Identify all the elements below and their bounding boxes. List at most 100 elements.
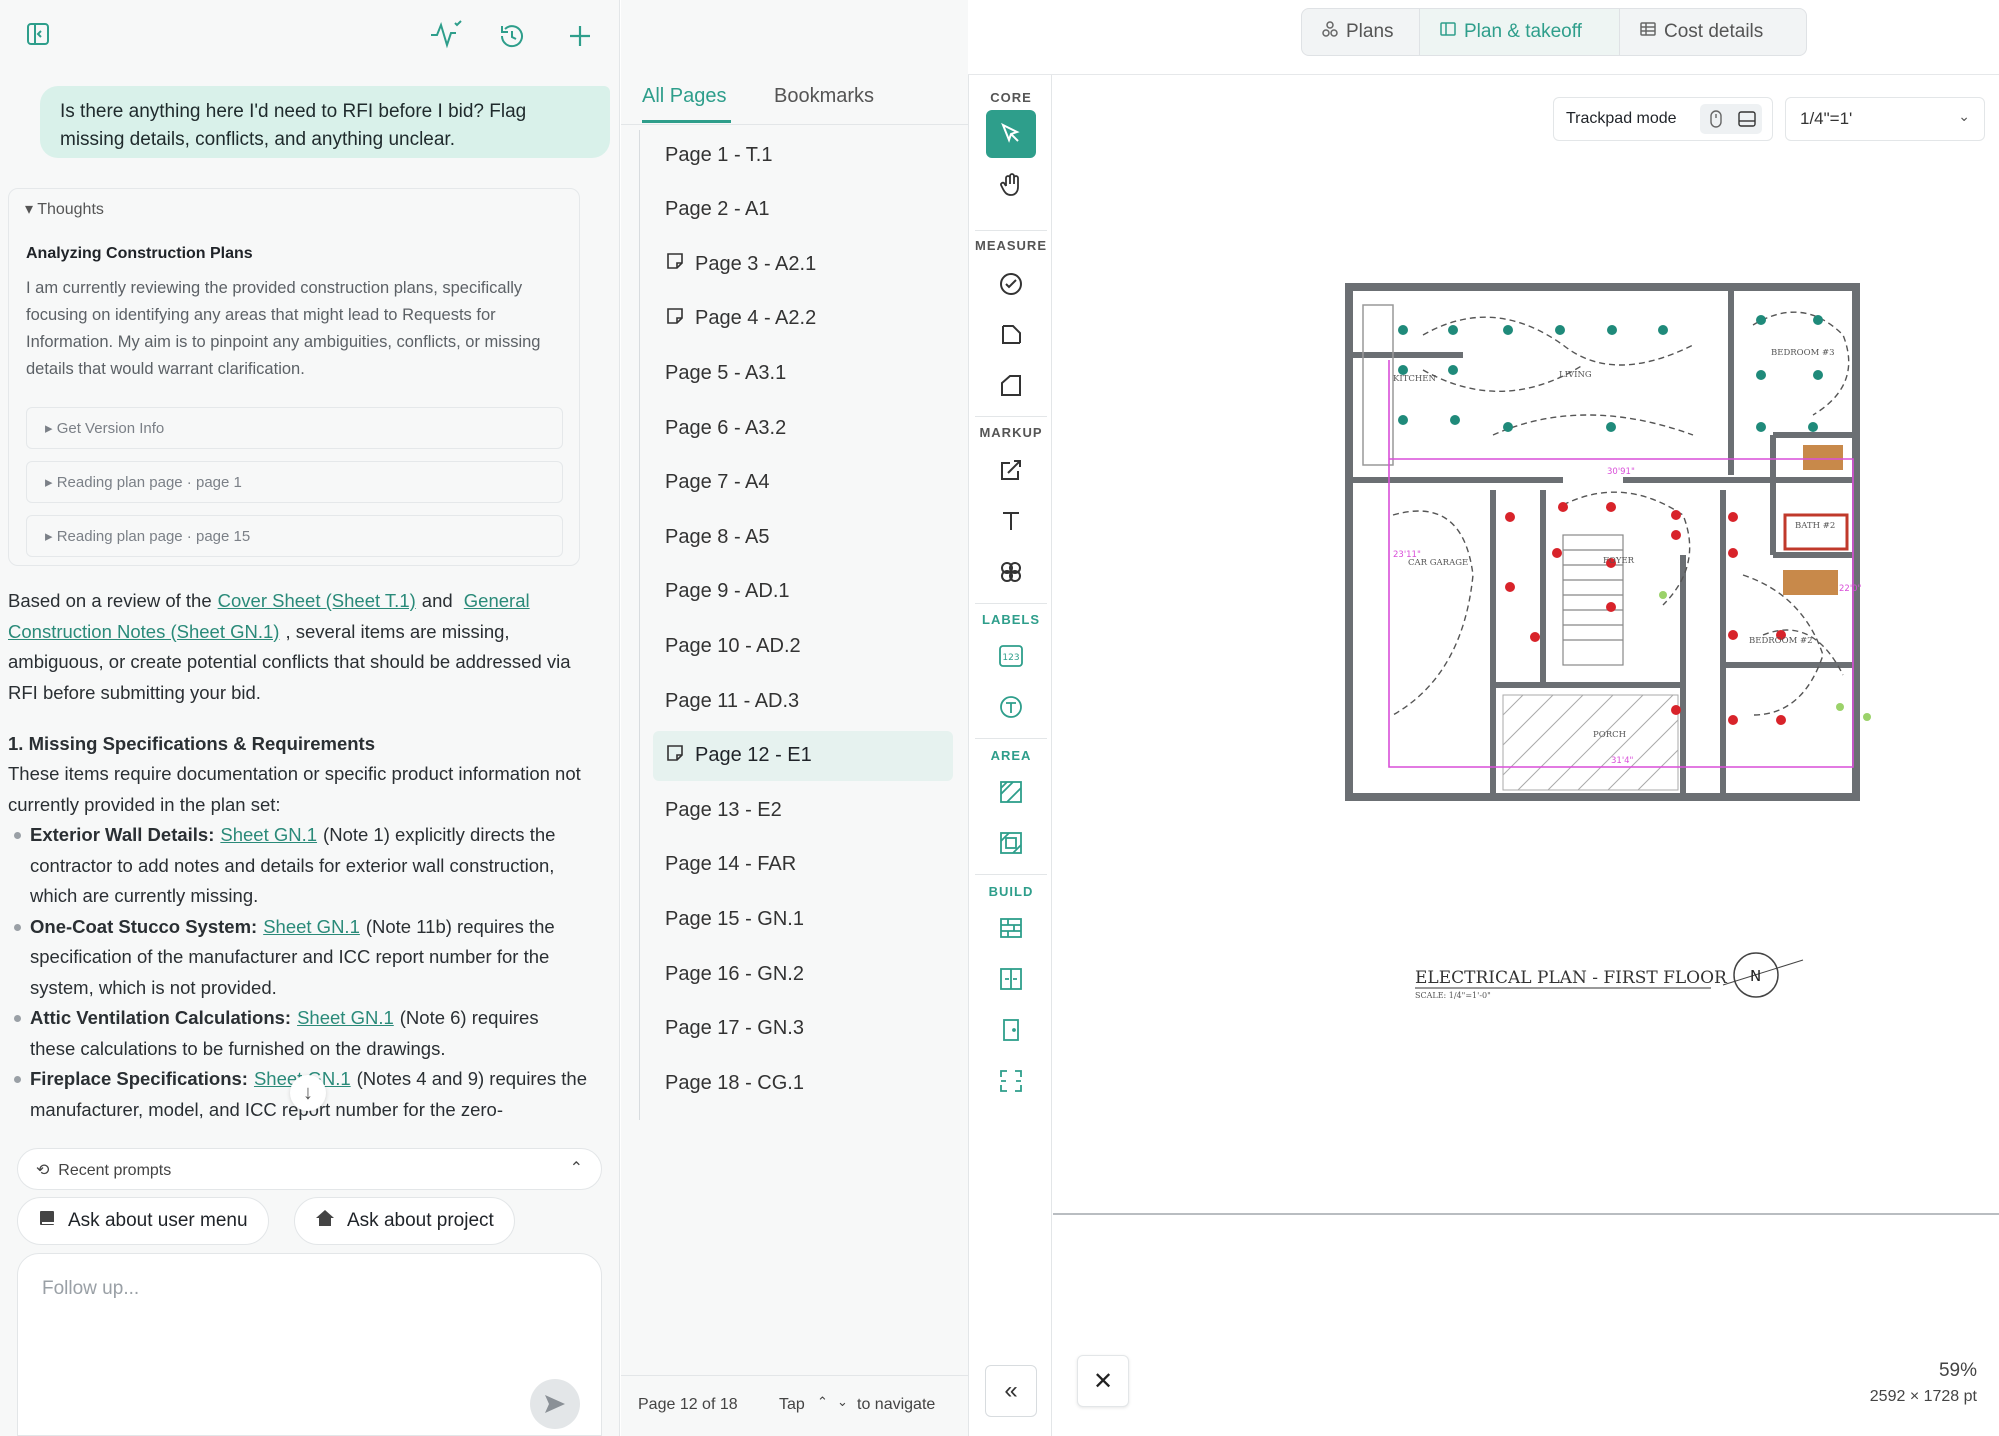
history-icon[interactable] [492,16,532,56]
page-label: Page 2 - A1 [665,198,770,221]
door-tool[interactable] [986,1006,1036,1054]
area-tool[interactable] [986,768,1036,816]
room-label: LIVING [1559,370,1592,380]
page-list-item[interactable]: Page 16 - GN.2 [653,949,953,999]
select-tool[interactable] [986,110,1036,158]
page-list-item[interactable]: Page 11 - AD.3 [653,676,953,726]
mouse-icon [1710,110,1722,128]
sheet-link[interactable]: Sheet GN.1 [214,824,323,845]
door-icon [1003,1019,1019,1041]
plan-canvas[interactable]: Trackpad mode 1/4"=1' ⌄ KITCHEN LIVING B… [1053,75,1999,1436]
fixtures-red [1505,502,1786,725]
page-list-item[interactable]: Page 4 - A2.2 [653,294,953,344]
shape-icon [1001,375,1021,396]
scale-select[interactable]: 1/4"=1' ⌄ [1785,97,1985,141]
fixture-green [1659,591,1667,599]
page-list-item[interactable]: Page 18 - CG.1 [653,1058,953,1108]
new-chat-icon[interactable] [560,16,600,56]
tab-plans[interactable]: Plans [1302,9,1420,55]
tab-all-pages[interactable]: All Pages [642,85,731,123]
section-heading: 1. Missing Specifications & Requirements [8,733,376,754]
markup-page-icon [665,743,685,769]
hatched-area-icon [1000,781,1022,803]
page-list-item[interactable]: Page 1 - T.1 [653,130,953,180]
tab-cost-details[interactable]: Cost details [1620,9,1806,55]
tab-plan-takeoff[interactable]: Plan & takeoff [1420,9,1620,55]
suggestion-chip[interactable]: Ask about user menu [17,1197,269,1245]
room-frame-icon [1000,1070,1022,1092]
page-list-item[interactable]: Page 13 - E2 [653,785,953,835]
answer-text: Based on a review of the [8,590,212,611]
tool-group-label: LABELS [982,612,1040,627]
area-measure-tool[interactable] [986,362,1036,410]
follow-up-input[interactable] [42,1278,542,1300]
item-title: Attic Ventilation Calculations: [30,1007,292,1028]
linear-tool[interactable] [986,311,1036,359]
collapse-panel-button[interactable]: « [985,1365,1037,1417]
tab-bookmarks[interactable]: Bookmarks [774,85,874,120]
page-list-item[interactable]: Page 9 - AD.1 [653,567,953,617]
page-list-item[interactable]: Page 10 - AD.2 [653,621,953,671]
page-label: Page 17 - GN.3 [665,1017,804,1040]
suggestion-chip[interactable]: Ask about project [294,1197,515,1245]
page-list-item[interactable]: Page 7 - A4 [653,458,953,508]
count-tool[interactable] [986,260,1036,308]
hand-icon [1000,173,1019,196]
page-list-item[interactable]: Page 5 - A3.1 [653,348,953,398]
chevron-up-icon: ⌃ [817,1394,828,1409]
check-circle-icon [1000,273,1022,295]
tool-call-row[interactable]: ▸ Get Version Info [26,407,563,449]
north-arrow-icon: N [1722,952,1804,998]
page-list-item[interactable]: Page 3 - A2.1 [653,239,953,289]
text-label-tool[interactable] [986,683,1036,731]
tool-call-row[interactable]: ▸ Reading plan page · page 15 [26,515,563,557]
tool-call-row[interactable]: ▸ Reading plan page · page 1 [26,461,563,503]
page-list-item[interactable]: Page 12 - E1 [653,730,953,781]
activity-icon[interactable] [426,14,466,54]
sidebar-toggle-icon[interactable] [18,14,58,54]
mode-switch[interactable] [1700,104,1762,134]
close-button[interactable]: ✕ [1077,1355,1129,1407]
sheet-link[interactable]: Sheet GN.1 [291,1007,400,1028]
pages-footer: Page 12 of 18 Tap ⌃ ⌄ to navigate [621,1375,968,1436]
divider [975,603,1047,604]
list-item: Exterior Wall Details: Sheet GN.1 (Note 1)… [8,820,588,912]
page-list-item[interactable]: Page 15 - GN.1 [653,894,953,944]
room-label: PORCH [1593,730,1626,740]
page-list-item[interactable]: Page 6 - A3.2 [653,403,953,453]
page-label: Page 15 - GN.1 [665,907,804,930]
page-list-item[interactable]: Page 14 - FAR [653,840,953,890]
tab-label: Cost details [1664,21,1764,42]
item-title: Exterior Wall Details: [30,824,215,845]
wall-tool[interactable] [986,904,1036,952]
sheet-link[interactable]: Sheet GN.1 [257,916,366,937]
polyline-icon [1002,325,1021,344]
send-button[interactable] [530,1379,580,1429]
page-label: Page 16 - GN.2 [665,962,804,985]
recent-prompts-toggle[interactable]: ⟲ Recent prompts ⌃ [17,1148,602,1190]
edit-icon [1001,460,1021,480]
page-label: Page 3 - A2.1 [695,252,817,275]
tool-call-label: Reading plan page · page 15 [56,528,251,545]
item-title: One-Coat Stucco System: [30,915,258,937]
number-label-tool[interactable]: 123 [986,632,1036,680]
room-label: KITCHEN [1393,374,1436,384]
area-cutout-tool[interactable] [986,819,1036,867]
markup-tool[interactable] [986,446,1036,494]
page-list-item[interactable]: Page 8 - A5 [653,512,953,562]
bath-fixture [1803,445,1843,470]
page-list-item[interactable]: Page 2 - A1 [653,185,953,235]
scroll-down-icon[interactable]: ↓ [290,1075,326,1111]
window-tool[interactable] [986,955,1036,1003]
answer-text: and [421,590,453,611]
page-label: Page 9 - AD.1 [665,580,790,603]
room-tool[interactable] [986,1057,1036,1105]
thoughts-toggle[interactable]: ▾ Thoughts [25,199,104,219]
trackpad-mode-toggle[interactable]: Trackpad mode [1553,97,1773,141]
pan-tool[interactable] [986,161,1036,209]
sheet-link[interactable]: Cover Sheet (Sheet T.1) [212,590,422,611]
page-list-item[interactable]: Page 17 - GN.3 [653,1004,953,1054]
text-tool[interactable] [986,497,1036,545]
divider [975,874,1047,875]
cloud-tool[interactable] [986,548,1036,596]
